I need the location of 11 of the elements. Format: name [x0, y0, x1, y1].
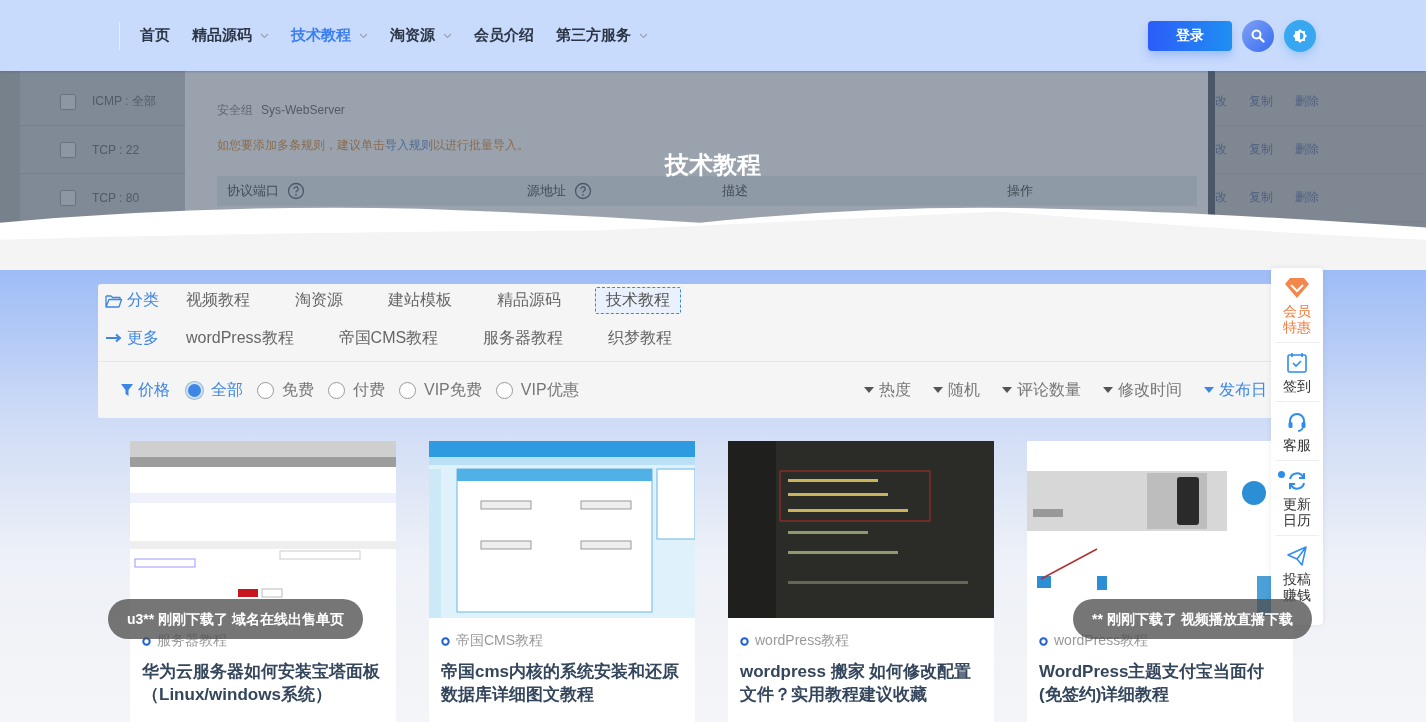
column-header: 源地址 — [527, 182, 566, 200]
column-header: 协议端口 — [227, 182, 279, 200]
notice-text: 如您要添加多条规则，建议单击导入规则以进行批量导入。 — [217, 137, 530, 154]
group-name: Sys-WebServer — [261, 103, 345, 117]
column-header: 描述 — [722, 182, 748, 200]
filter-label: 分类 — [105, 290, 185, 311]
filter-label: 价格 — [120, 379, 186, 401]
page-title: 技术教程 — [665, 153, 761, 177]
filter-label: 更多 — [105, 327, 185, 349]
download-toast: u3** 刚刚下载了 域名在线出售单页 — [108, 599, 363, 639]
column-header: 操作 — [1007, 182, 1033, 200]
